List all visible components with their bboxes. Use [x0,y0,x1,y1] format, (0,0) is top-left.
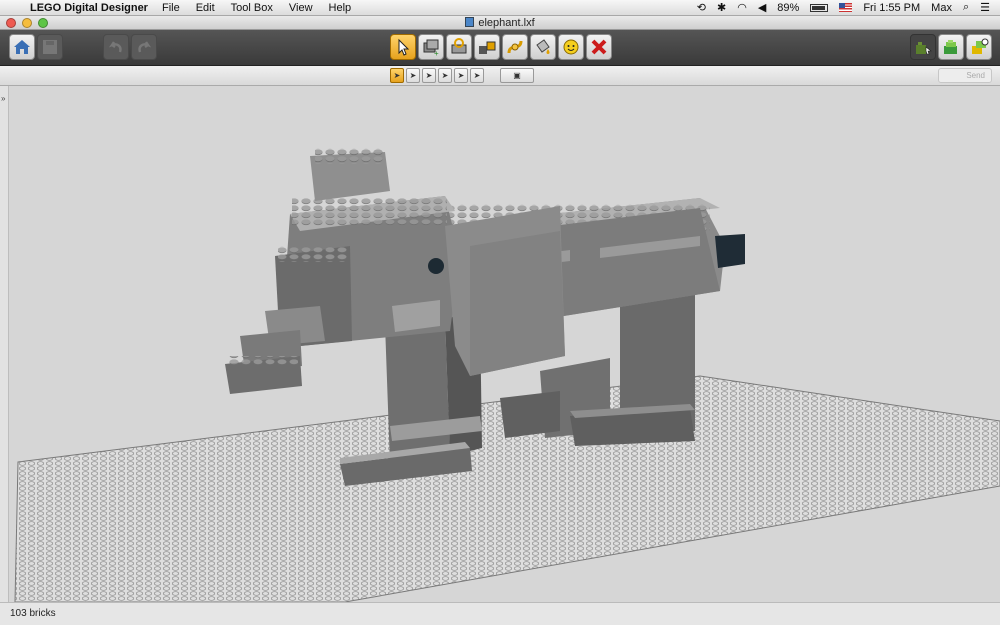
window-title-bar: elephant.lxf [0,16,1000,30]
menu-toolbox[interactable]: Tool Box [231,2,273,14]
building-guide-button[interactable] [966,34,992,60]
invert-select-button[interactable]: ➤ [470,68,484,83]
spotlight-icon[interactable]: ⌕ [963,1,969,14]
decoration-tool-button[interactable] [558,34,584,60]
wifi-icon[interactable]: ◠ [737,1,747,14]
notification-center-icon[interactable]: ☰ [980,1,990,14]
connected-cursor-icon: ➤ [409,71,417,80]
single-select-button[interactable]: ➤ [390,68,404,83]
select-tool-icon [398,38,410,56]
brick-count: 103 bricks [10,608,56,619]
redo-icon [138,41,152,53]
battery-icon[interactable] [810,3,829,12]
home-icon [14,40,30,54]
view-mode-icon [944,40,957,54]
menu-help[interactable]: Help [329,2,352,14]
time-machine-icon[interactable]: ⟲ [697,1,706,14]
undo-icon [108,41,122,53]
undo-button[interactable] [103,34,129,60]
color-shape-cursor-icon: ➤ [457,71,465,80]
decoration-tool-icon [563,39,579,55]
hinge-align-tool-button[interactable] [474,34,500,60]
redo-button[interactable] [131,34,157,60]
main-toolbar: + [0,30,1000,66]
home-button[interactable] [9,34,35,60]
hinge-tool-icon [451,38,467,54]
build-mode-button[interactable] [910,34,936,60]
window-title: elephant.lxf [0,17,1000,29]
hinge-tool-button[interactable] [446,34,472,60]
input-source-flag-icon[interactable] [839,3,853,12]
user-name[interactable]: Max [931,2,952,14]
3d-viewport[interactable] [0,86,1000,602]
battery-percent: 89% [777,1,800,14]
send-button[interactable]: Send [938,68,992,83]
build-mode-icon [916,42,932,55]
group-button[interactable]: ▣ [500,68,534,83]
color-cursor-icon: ➤ [425,71,433,80]
cursor-icon: ➤ [393,71,401,80]
clock[interactable]: Fri 1:55 PM [863,2,920,14]
document-icon [465,17,475,27]
select-tool-button[interactable] [390,34,416,60]
svg-text:+: + [434,49,439,57]
flex-tool-icon [507,40,523,54]
view-mode-button[interactable] [938,34,964,60]
menu-file[interactable]: File [162,2,180,14]
expand-icon: » [1,94,6,103]
tool-options-bar: ➤ ➤ ➤ ➤ ➤ ➤ ▣ Send [0,66,1000,86]
shape-select-button[interactable]: ➤ [438,68,452,83]
delete-tool-button[interactable] [586,34,612,60]
paint-bucket-icon [536,39,550,54]
building-guide-icon [972,38,989,54]
brick-palette-toggle[interactable]: » [0,86,9,602]
system-menu-bar: LEGO Digital Designer File Edit Tool Box… [0,0,1000,16]
flex-tool-button[interactable] [502,34,528,60]
hinge-align-tool-icon [479,41,496,54]
menu-view[interactable]: View [289,2,313,14]
color-shape-select-button[interactable]: ➤ [454,68,468,83]
connected-select-button[interactable]: ➤ [406,68,420,83]
color-select-button[interactable]: ➤ [422,68,436,83]
clone-tool-icon: + [423,39,439,57]
volume-icon[interactable]: ◀ [758,1,766,14]
delete-tool-icon [591,39,607,55]
shape-cursor-icon: ➤ [441,71,449,80]
paint-tool-button[interactable] [530,34,556,60]
invert-cursor-icon: ➤ [473,71,481,80]
menu-edit[interactable]: Edit [196,2,215,14]
save-button[interactable] [37,34,63,60]
clone-tool-button[interactable]: + [418,34,444,60]
bluetooth-icon[interactable]: ✱ [717,1,726,14]
scene-canvas[interactable] [0,86,1000,602]
status-bar: 103 bricks [0,602,1000,625]
save-icon [43,40,57,54]
group-icon: ▣ [513,71,521,80]
app-menu[interactable]: LEGO Digital Designer [30,2,148,14]
